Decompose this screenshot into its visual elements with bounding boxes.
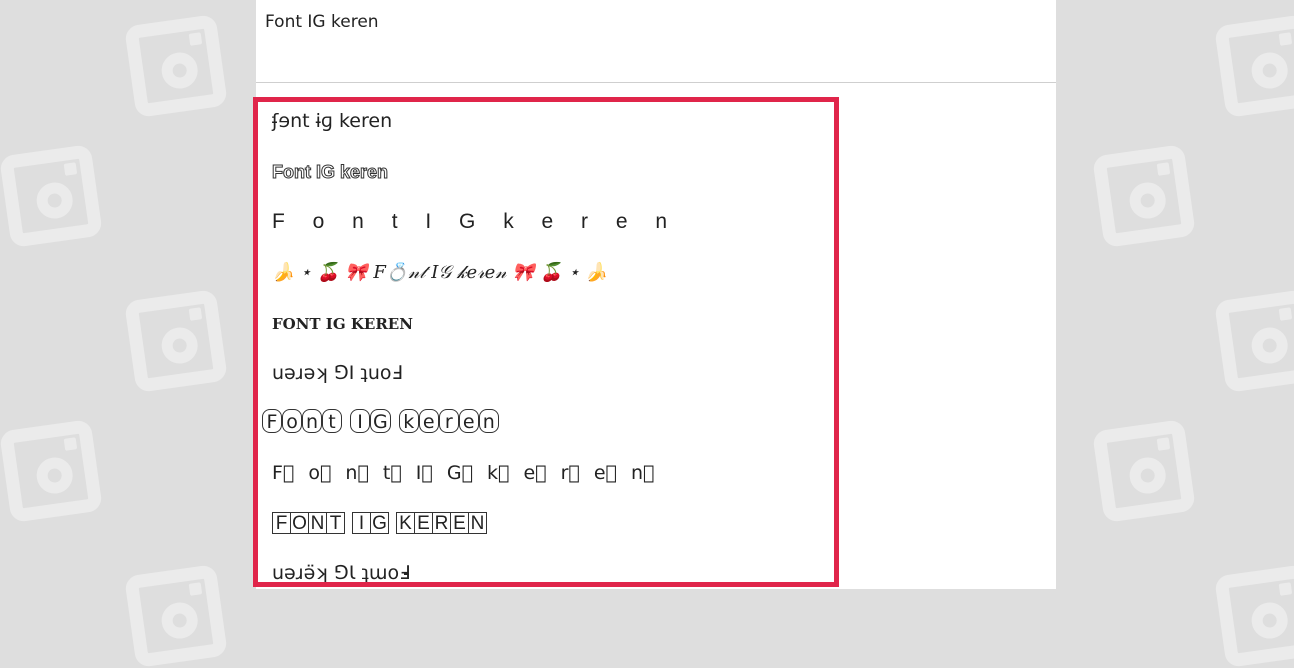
boxed-letter: E: [414, 512, 433, 534]
boxed-letter: G: [370, 409, 391, 433]
boxed-letter: O: [290, 512, 309, 534]
boxed-letter: I: [350, 409, 370, 433]
font-results-list: ʄɘnt ɨɡ keren Font IG keren F o n t I G …: [253, 97, 839, 587]
font-result[interactable]: F⃣ o⃣ n⃣ t⃣ I⃣ G⃣ k⃣ e⃣ r⃣ e⃣ n⃣: [272, 462, 654, 484]
boxed-letter: n: [478, 409, 499, 433]
boxed-letter: R: [432, 512, 451, 534]
boxed-letter: I: [352, 512, 371, 534]
boxed-letter: T: [326, 512, 345, 534]
instagram-icon: [1092, 419, 1196, 523]
font-result[interactable]: uǝɹǝ̈ʞ ⅁Ɩ ʇɯoℲ̵: [272, 562, 410, 582]
font-result[interactable]: FontIGkeren: [262, 409, 499, 433]
boxed-letter: n: [302, 409, 322, 433]
boxed-letter: F: [272, 512, 291, 534]
boxed-letter: k: [398, 409, 419, 433]
font-result[interactable]: F o n t I G k e r e n: [272, 210, 678, 234]
font-result[interactable]: 🍌 ⋆ 🍒 🎀 𝐹💍𝓃𝓉 𝐼𝒢 𝓀𝑒𝓇𝑒𝓃 🎀 🍒 ⋆ 🍌: [272, 262, 608, 283]
font-result[interactable]: uǝɹǝʞ ⅁I ʇuoℲ: [272, 362, 402, 384]
instagram-icon: [1092, 144, 1196, 248]
font-result[interactable]: Font IG keren: [271, 162, 388, 183]
boxed-letter: t: [322, 409, 342, 433]
boxed-letter: E: [450, 512, 469, 534]
font-result[interactable]: ʄɘnt ɨɡ keren: [272, 110, 392, 132]
instagram-icon: [1214, 14, 1294, 118]
boxed-letter: e: [458, 409, 479, 433]
text-input[interactable]: Font IG keren: [256, 0, 1056, 83]
instagram-icon: [0, 419, 103, 523]
instagram-icon: [124, 14, 228, 118]
instagram-icon: [1214, 564, 1294, 668]
boxed-letter: N: [308, 512, 327, 534]
boxed-letter: G: [370, 512, 389, 534]
boxed-letter: K: [396, 512, 415, 534]
boxed-letter: r: [438, 409, 459, 433]
instagram-icon: [0, 144, 103, 248]
boxed-letter: e: [418, 409, 439, 433]
boxed-letter: o: [282, 409, 302, 433]
instagram-icon: [124, 289, 228, 393]
instagram-icon: [1214, 289, 1294, 393]
boxed-letter: N: [468, 512, 487, 534]
font-result[interactable]: FONTIGKEREN: [272, 512, 487, 534]
instagram-icon: [124, 564, 228, 668]
font-result[interactable]: FONT IG KEREN: [272, 315, 413, 333]
boxed-letter: F: [262, 409, 282, 433]
